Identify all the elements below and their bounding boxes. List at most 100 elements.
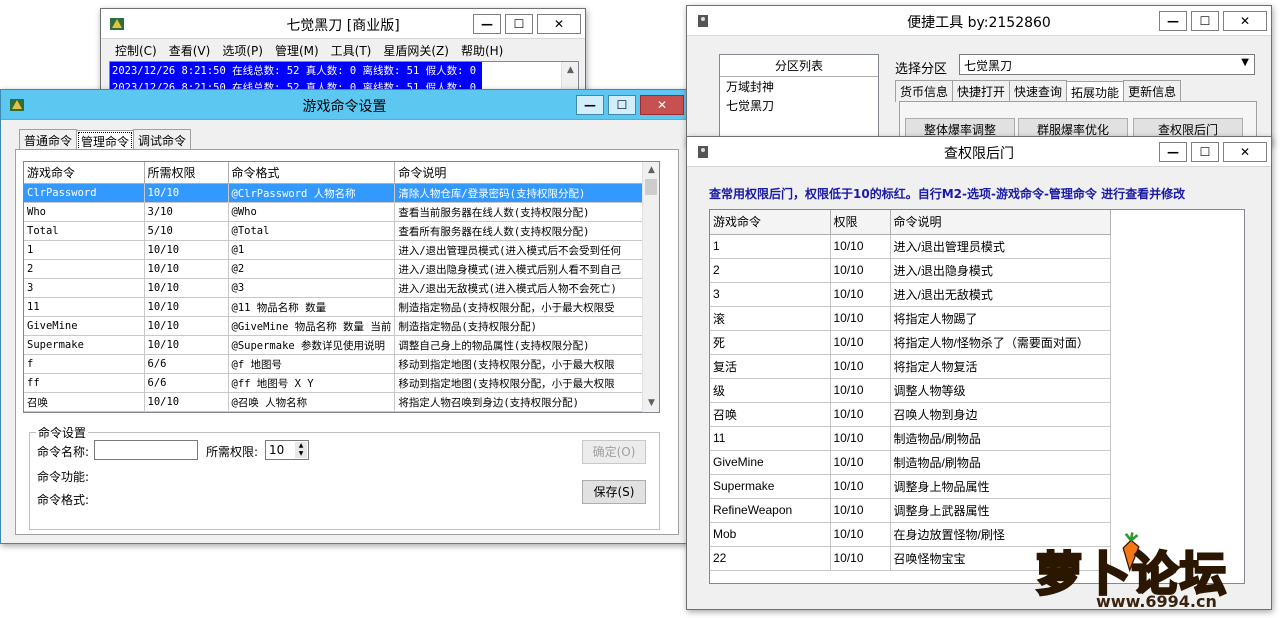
table-row[interactable]: 2 10/10 @2 进入/退出隐身模式(进入模式后别人看不到自己	[24, 259, 648, 279]
save-button[interactable]: 保存(S)	[582, 480, 646, 504]
table-row[interactable]: 1 10/10 进入/退出管理员模式	[710, 234, 1111, 259]
close-button[interactable]: ✕	[640, 95, 684, 115]
table-row[interactable]: 滚 10/10 将指定人物踢了	[710, 306, 1111, 331]
tab-debug-commands[interactable]: 调试命令	[133, 129, 192, 151]
permission-stepper[interactable]: 10 ▲ ▼	[265, 440, 309, 460]
table-row[interactable]: 级 10/10 调整人物等级	[710, 378, 1111, 403]
cell-description: 将指定人物踢了	[890, 306, 1111, 331]
table-row[interactable]: 复活 10/10 将指定人物复活	[710, 354, 1111, 379]
menu-manage[interactable]: 管理(M)	[269, 39, 325, 59]
table-row[interactable]: 2 10/10 进入/退出隐身模式	[710, 258, 1111, 283]
cell-permission: 10/10	[144, 392, 229, 412]
table-row[interactable]: Supermake 10/10 调整身上物品属性	[710, 474, 1111, 499]
menu-help[interactable]: 帮助(H)	[455, 39, 509, 59]
log-line: 2023/12/26 8:21:50 在线总数: 52 真人数: 0 离线数: …	[110, 62, 482, 79]
cell-description: 进入/退出管理员模式	[890, 234, 1111, 259]
table-row[interactable]: ClrPassword 10/10 @ClrPassword 人物名称 清除人物仓库/…	[24, 183, 648, 203]
cell-command: 死	[710, 330, 831, 355]
close-button[interactable]: ✕	[537, 14, 581, 34]
column-header-format[interactable]: 命令格式	[228, 162, 396, 184]
cell-description: 进入/退出无敌模式	[890, 282, 1111, 307]
tab-update-info[interactable]: 更新信息	[1123, 80, 1182, 102]
close-button[interactable]: ✕	[1223, 11, 1267, 31]
zone-item[interactable]: 万域封神	[720, 77, 878, 96]
table-row[interactable]: 召唤 10/10 @召唤 人物名称 将指定人物召唤到身边(支持权限分配)	[24, 392, 648, 412]
table-row[interactable]: GiveMine 10/10 制造物品/刷物品	[710, 450, 1111, 475]
close-button[interactable]: ✕	[1223, 142, 1267, 162]
table-row[interactable]: 死 10/10 将指定人物/怪物杀了（需要面对面）	[710, 330, 1111, 355]
maximize-button[interactable]: ☐	[1191, 142, 1219, 162]
cell-command: 11	[710, 426, 831, 451]
minimize-button[interactable]: —	[1159, 142, 1187, 162]
menu-control[interactable]: 控制(C)	[109, 39, 163, 59]
scroll-down-icon[interactable]: ▼	[643, 395, 659, 412]
cell-permission: 10/10	[144, 316, 229, 336]
tab-extensions[interactable]: 拓展功能	[1066, 81, 1125, 103]
minimize-button[interactable]: —	[576, 95, 604, 115]
cell-command: 3	[710, 282, 831, 307]
column-header-command[interactable]: 游戏命令	[24, 162, 145, 184]
confirm-button[interactable]: 确定(O)	[582, 440, 646, 464]
minimize-button[interactable]: —	[1159, 11, 1187, 31]
zone-item[interactable]: 七觉黑刀	[720, 96, 878, 115]
cell-description: 将指定人物召唤到身边(支持权限分配)	[394, 392, 648, 412]
menu-tools[interactable]: 工具(T)	[325, 39, 378, 59]
main-window-titlebar[interactable]: 七觉黑刀 [商业版] — ☐ ✕	[101, 9, 585, 39]
cell-description: 查看当前服务器在线人数(支持权限分配)	[394, 202, 648, 222]
tab-quick-query[interactable]: 快速查询	[1009, 80, 1068, 102]
cell-format: @ClrPassword 人物名称	[228, 183, 396, 203]
table-row[interactable]: 3 10/10 进入/退出无敌模式	[710, 282, 1111, 307]
column-header-description[interactable]: 命令说明	[890, 210, 1111, 235]
command-function-label: 命令功能:	[37, 470, 90, 484]
cell-command: 11	[24, 297, 145, 317]
command-window-titlebar[interactable]: 游戏命令设置 — ☐ ✕	[1, 90, 688, 120]
table-row[interactable]: Total 5/10 @Total 查看所有服务器在线人数(支持权限分配)	[24, 221, 648, 241]
table-row[interactable]: 11 10/10 @11 物品名称 数量 制造指定物品(支持权限分配，小于最大权限受	[24, 297, 648, 317]
tab-currency-info[interactable]: 货币信息	[895, 80, 954, 102]
scroll-up-icon[interactable]: ▲	[643, 162, 659, 179]
cell-permission: 10/10	[830, 282, 891, 307]
command-name-input[interactable]	[94, 440, 198, 460]
minimize-button[interactable]: —	[473, 14, 501, 34]
menu-view[interactable]: 查看(V)	[163, 39, 217, 59]
tab-normal-commands[interactable]: 普通命令	[19, 129, 78, 151]
scroll-up-icon[interactable]: ▲	[562, 62, 578, 79]
table-row[interactable]: Supermake 10/10 @Supermake 参数详见使用说明 调整自己身上的…	[24, 335, 648, 355]
column-header-description[interactable]: 命令说明	[394, 162, 648, 184]
table-row[interactable]: 3 10/10 @3 进入/退出无敌模式(进入模式后人物不会死亡)	[24, 278, 648, 298]
zone-list[interactable]: 分区列表 万域封神 七觉黑刀	[719, 54, 879, 144]
main-menubar: 控制(C) 查看(V) 选项(P) 管理(M) 工具(T) 星盾网关(Z) 帮助…	[101, 39, 585, 59]
stepper-arrows-icon[interactable]: ▲ ▼	[295, 442, 307, 458]
cell-format: @11 物品名称 数量	[228, 297, 396, 317]
cell-command: 1	[24, 240, 145, 260]
menu-options[interactable]: 选项(P)	[216, 39, 269, 59]
cell-permission: 10/10	[830, 402, 891, 427]
cell-format: @跟踪 人物名称	[228, 411, 396, 412]
table-row[interactable]: ff 6/6 @ff 地图号 X Y 移动到指定地图(支持权限分配，小于最大权限	[24, 373, 648, 393]
table-row[interactable]: RefineWeapon 10/10 调整身上武器属性	[710, 498, 1111, 523]
table-row[interactable]: 召唤 10/10 召唤人物到身边	[710, 402, 1111, 427]
table-row[interactable]: GiveMine 10/10 @GiveMine 物品名称 数量 当前 制造指定物品(…	[24, 316, 648, 336]
cell-permission: 10/10	[830, 546, 891, 571]
column-header-permission[interactable]: 所需权限	[144, 162, 229, 184]
cell-command: GiveMine	[24, 316, 145, 336]
column-header-permission[interactable]: 权限	[830, 210, 891, 235]
maximize-button[interactable]: ☐	[505, 14, 533, 34]
tools-window-titlebar[interactable]: 便捷工具 by:2152860 — ☐ ✕	[687, 6, 1271, 36]
cell-description: 进入/退出管理员模式(进入模式后不会受到任何	[394, 240, 648, 260]
scroll-thumb[interactable]	[645, 179, 657, 195]
table-row[interactable]: 11 10/10 制造物品/刷物品	[710, 426, 1111, 451]
maximize-button[interactable]: ☐	[608, 95, 636, 115]
command-table-scrollbar[interactable]: ▲ ▼	[642, 162, 659, 412]
cell-permission: 10/10	[144, 183, 229, 203]
table-row[interactable]: f 6/6 @f 地图号 移动到指定地图(支持权限分配，小于最大权限	[24, 354, 648, 374]
menu-gateway[interactable]: 星盾网关(Z)	[377, 39, 455, 59]
backdoor-window-titlebar[interactable]: 查权限后门 — ☐ ✕	[687, 137, 1271, 167]
table-row[interactable]: 跟踪10/10@跟踪 人物名称跟踪指定人物(支持权限分配)	[24, 411, 648, 412]
zone-select[interactable]: 七觉黑刀 ▼	[959, 54, 1255, 75]
maximize-button[interactable]: ☐	[1191, 11, 1219, 31]
table-row[interactable]: Who 3/10 @Who 查看当前服务器在线人数(支持权限分配)	[24, 202, 648, 222]
table-row[interactable]: 1 10/10 @1 进入/退出管理员模式(进入模式后不会受到任何	[24, 240, 648, 260]
tab-quick-open[interactable]: 快捷打开	[952, 80, 1011, 102]
column-header-command[interactable]: 游戏命令	[710, 210, 831, 235]
